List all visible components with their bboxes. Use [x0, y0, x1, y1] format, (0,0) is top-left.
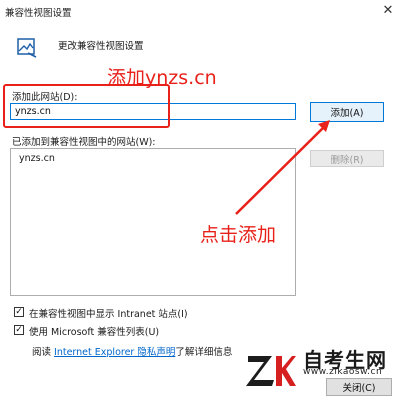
annotation-arrow [235, 120, 330, 215]
watermark-url: www.zikaosw.cn [303, 367, 383, 377]
zikaosw-logo-icon [246, 356, 296, 386]
